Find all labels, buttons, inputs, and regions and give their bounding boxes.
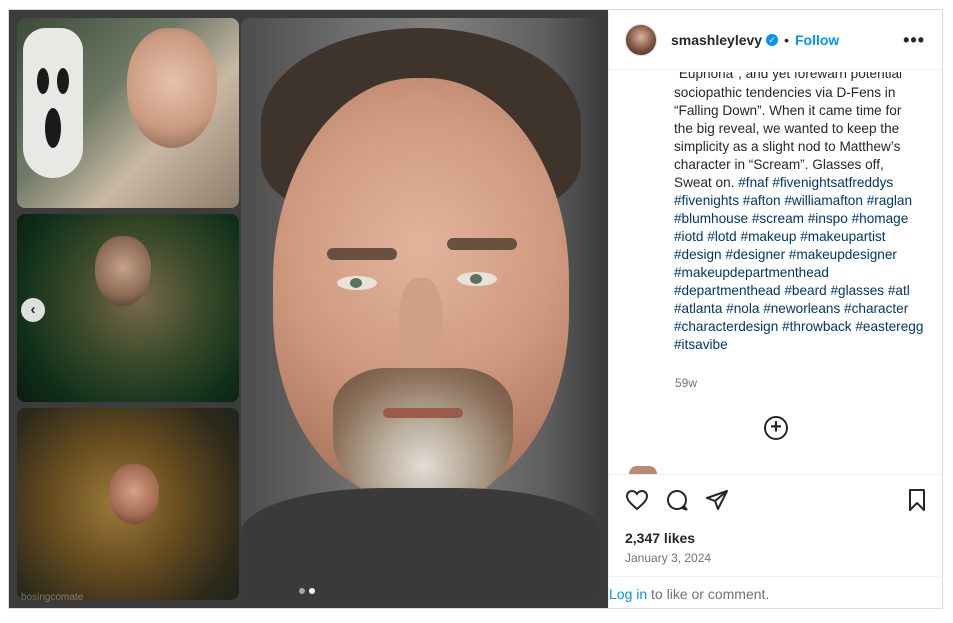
main-portrait-photo <box>241 18 601 600</box>
caption-line: character in “Scream”. Glasses off, <box>674 157 884 172</box>
comment-avatar-peek <box>629 466 657 474</box>
collage-photo-afton-costume <box>17 408 239 600</box>
post-caption: "Euphoria", and yet forewarn potential s… <box>674 72 924 354</box>
slide-indicator <box>299 588 315 594</box>
portrait-mouth <box>383 408 463 418</box>
portrait-head <box>273 78 569 508</box>
hashtags[interactable]: #fnaf #fivenightsatfreddys #fivenights #… <box>674 175 923 352</box>
caption-line: “Falling Down”. When it came time for <box>674 103 902 118</box>
collage-photo-scream <box>17 18 239 208</box>
collage-left-column <box>17 18 239 600</box>
mask-mouth <box>45 108 61 148</box>
comment-icon[interactable] <box>665 488 689 512</box>
caption-line: simplicity as a slight nod to Matthew’s <box>674 139 901 154</box>
username-link[interactable]: smashleylevy <box>671 32 762 48</box>
verified-badge-icon: ✓ <box>766 33 779 46</box>
caption-line: "Euphoria", and yet forewarn potential <box>674 72 903 81</box>
slide-dot-2 <box>309 588 315 594</box>
post-header: smashleylevy ✓ • Follow ••• <box>609 10 943 70</box>
previous-slide-button[interactable]: ‹ <box>21 298 45 322</box>
portrait-eye-left <box>337 276 377 290</box>
mask-eye-left <box>37 68 49 94</box>
caption-line: the big reveal, we wanted to keep the <box>674 121 900 136</box>
login-prompt-text: to like or comment. <box>647 586 770 602</box>
more-options-icon[interactable]: ••• <box>903 30 925 51</box>
post-date: January 3, 2024 <box>625 551 712 565</box>
login-link[interactable]: Log in <box>609 586 647 602</box>
young-face <box>127 28 217 148</box>
share-icon[interactable] <box>705 488 729 512</box>
post-dialog: ‹ bosingcomate smashleylevy ✓ • Follow •… <box>8 9 943 609</box>
portrait-beard <box>333 368 513 508</box>
avatar[interactable] <box>625 23 657 56</box>
portrait-brow-right <box>447 238 517 250</box>
follow-button[interactable]: Follow <box>795 32 839 48</box>
collage-photo-afton-green <box>17 214 239 402</box>
plus-circle-icon[interactable]: + <box>764 416 788 440</box>
post-media[interactable]: ‹ bosingcomate <box>9 10 608 608</box>
caption-text: "Euphoria", and yet forewarn potential s… <box>674 72 924 174</box>
heart-icon[interactable] <box>625 488 649 512</box>
action-bar <box>625 488 930 514</box>
caption-continuation: Sweat on. #fnaf #fivenightsatfreddys #fi… <box>674 174 924 354</box>
divider <box>609 474 943 475</box>
costume-face <box>109 464 159 524</box>
caption-tail: Sweat on. <box>674 175 735 190</box>
watermark-text: bosingcomate <box>21 592 84 603</box>
post-sidebar: smashleylevy ✓ • Follow ••• "Euphoria", … <box>608 10 943 608</box>
header-separator: • <box>784 31 789 48</box>
afton-face <box>95 236 151 306</box>
portrait-nose <box>399 278 443 378</box>
divider <box>609 576 943 577</box>
portrait-brow-left <box>327 248 397 260</box>
mask-eye-right <box>57 68 69 94</box>
portrait-shirt <box>241 488 601 600</box>
portrait-eye-right <box>457 272 497 286</box>
slide-dot-1 <box>299 588 305 594</box>
post-age: 59w <box>675 376 698 390</box>
likes-count[interactable]: 2,347 likes <box>625 530 695 546</box>
ghostface-mask <box>23 28 83 178</box>
caption-line: sociopathic tendencies via D-Fens in <box>674 85 896 100</box>
bookmark-icon[interactable] <box>905 488 929 512</box>
login-prompt: Log in to like or comment. <box>609 586 769 602</box>
